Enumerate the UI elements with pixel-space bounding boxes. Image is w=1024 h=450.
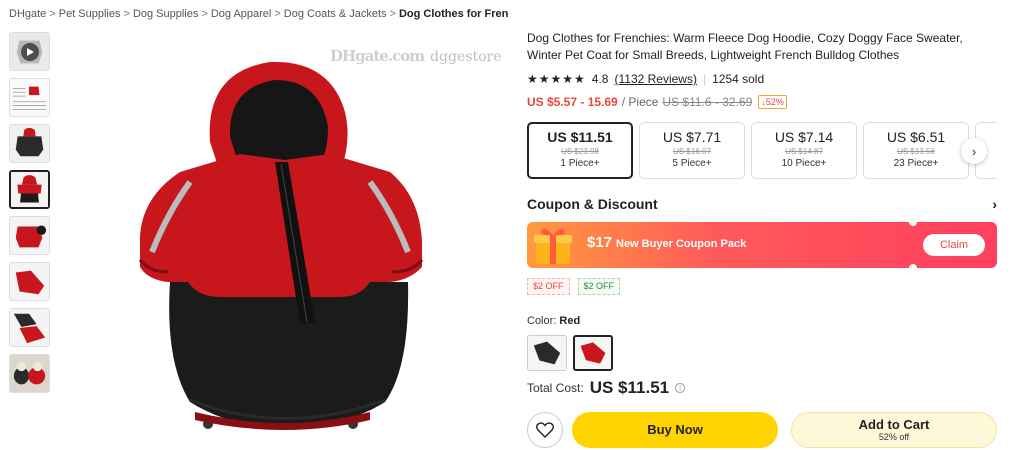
price-tier-4[interactable]: US $6.51 US $13.56 23 Piece+ <box>863 122 969 179</box>
price-tier-2[interactable]: US $7.71 US $16.07 5 Piece+ <box>639 122 745 179</box>
tier-quantity: 1 Piece+ <box>560 158 600 169</box>
info-icon[interactable]: i <box>675 383 686 393</box>
thumbnail-red-back[interactable] <box>9 216 50 255</box>
original-price-range: US $11.6 - 32.69 <box>662 95 753 109</box>
buy-now-button[interactable]: Buy Now <box>572 412 778 448</box>
red-hoodie-coat-image <box>138 61 424 430</box>
breadcrumb-dog-apparel[interactable]: Dog Apparel <box>211 8 272 20</box>
wishlist-button[interactable] <box>527 412 563 448</box>
thumbnail-red-side[interactable] <box>9 262 50 301</box>
breadcrumb-separator: > <box>49 8 56 20</box>
tier-original-price: US $16.07 <box>673 147 711 156</box>
color-swatches <box>527 335 619 371</box>
breadcrumb-separator: > <box>274 8 281 20</box>
tier-price: US $7.71 <box>662 129 722 145</box>
heart-icon <box>536 422 554 438</box>
chevron-right-icon[interactable]: › <box>961 138 987 164</box>
swatch-black[interactable] <box>527 335 567 371</box>
thumbnail-dogs-wearing[interactable] <box>9 354 50 393</box>
breadcrumb-dog-coats[interactable]: Dog Coats & Jackets <box>284 8 387 20</box>
watermark-logo: DHgate.com <box>330 47 425 65</box>
breadcrumb-dhgate[interactable]: DHgate <box>9 8 46 20</box>
claim-button[interactable]: Claim <box>923 234 985 256</box>
price-tiers: US $11.51 US $23.98 1 Piece+ US $7.71 US… <box>527 122 997 179</box>
color-label: Color: <box>527 315 557 327</box>
tier-price: US $11.51 <box>547 129 613 145</box>
tier-quantity: 5 Piece+ <box>672 158 712 169</box>
purchase-actions: Buy Now Add to Cart 52% off <box>527 412 997 448</box>
rating-row: ★★★★★ 4.8 (1132 Reviews) | 1254 sold <box>527 70 997 88</box>
red-side-thumbnail-image <box>10 263 49 300</box>
ticket-notch <box>909 218 917 226</box>
size-chart-thumbnail-image <box>10 79 49 116</box>
product-info-panel: Dog Clothes for Frenchies: Warm Fleece D… <box>527 30 997 448</box>
thumbnail-red-hoodie-selected[interactable] <box>9 170 50 209</box>
breadcrumb-separator: > <box>123 8 130 20</box>
watermark-store-name: dggestore <box>430 49 502 65</box>
total-cost-label: Total Cost: <box>527 381 584 395</box>
thumbnail-size-chart[interactable] <box>9 78 50 117</box>
price-tier-3[interactable]: US $7.14 US $14.87 10 Piece+ <box>751 122 857 179</box>
new-buyer-coupon-banner[interactable]: $17 New Buyer Coupon Pack Claim <box>527 218 997 272</box>
coupon-tag-platform[interactable]: $2 OFF <box>577 278 621 295</box>
coupon-tags: $2 OFF $2 OFF <box>527 278 628 295</box>
total-cost-row: Total Cost: US $11.51 i <box>527 378 686 398</box>
red-hoodie-thumbnail-image <box>11 172 48 207</box>
dhgate-watermark: DHgate.com dggestore <box>330 47 501 65</box>
tier-original-price: US $13.56 <box>897 147 935 156</box>
chevron-right-icon: › <box>992 196 997 212</box>
swatch-red[interactable] <box>573 335 613 371</box>
selected-color: Red <box>559 315 581 327</box>
coupon-amount: $17 <box>587 234 613 251</box>
sold-count: 1254 sold <box>712 72 765 86</box>
main-product-image[interactable] <box>70 32 500 442</box>
reviews-link[interactable]: (1132 Reviews) <box>614 72 696 86</box>
product-title: Dog Clothes for Frenchies: Warm Fleece D… <box>527 31 963 62</box>
discount-badge: ↓52% <box>758 95 787 109</box>
price-range: US $5.57 - 15.69 <box>527 95 618 109</box>
breadcrumb: DHgate > Pet Supplies > Dog Supplies > Dog App… <box>9 8 509 20</box>
tier-price: US $6.51 <box>886 129 946 145</box>
coupon-discount-header[interactable]: Coupon & Discount › <box>527 196 997 212</box>
color-selection-label: Color: Red <box>527 315 580 327</box>
dogs-wearing-thumbnail-image <box>10 355 49 392</box>
breadcrumb-pet-supplies[interactable]: Pet Supplies <box>59 8 121 20</box>
breadcrumb-current: Dog Clothes for Frenchie… <box>398 8 509 20</box>
add-to-cart-discount: 52% off <box>878 432 910 442</box>
black-coat-swatch-image <box>528 336 566 370</box>
thumbnail-two-coats[interactable] <box>9 308 50 347</box>
per-unit-label: / Piece <box>621 95 659 109</box>
divider: | <box>702 72 707 86</box>
add-to-cart-label: Add to Cart <box>858 417 930 432</box>
rating-value: 4.8 <box>591 72 609 86</box>
two-coats-thumbnail-image <box>10 309 49 346</box>
ticket-notch <box>909 264 917 272</box>
red-coat-swatch-image <box>575 337 611 369</box>
tier-original-price: US $14.87 <box>785 147 823 156</box>
thumbnail-video[interactable] <box>9 32 50 71</box>
coupon-tag-store[interactable]: $2 OFF <box>527 278 570 295</box>
tier-quantity: 10 Piece+ <box>781 158 827 169</box>
coupon-label: New Buyer Coupon Pack <box>616 238 747 250</box>
tier-price: US $7.14 <box>774 129 834 145</box>
breadcrumb-separator: > <box>201 8 208 20</box>
thumbnail-black-coat[interactable] <box>9 124 50 163</box>
total-cost-value: US $11.51 <box>589 378 670 397</box>
coupon-section-title: Coupon & Discount <box>527 196 658 212</box>
price-row: US $5.57 - 15.69 / Piece US $11.6 - 32.6… <box>527 94 997 110</box>
thumbnail-strip <box>9 32 50 400</box>
black-coat-thumbnail-image <box>10 125 49 162</box>
add-to-cart-button[interactable]: Add to Cart 52% off <box>791 412 997 448</box>
gift-box-icon <box>534 228 572 264</box>
star-rating-icon: ★★★★★ <box>527 72 586 86</box>
breadcrumb-dog-supplies[interactable]: Dog Supplies <box>133 8 198 20</box>
tier-original-price: US $23.98 <box>561 147 599 156</box>
red-back-thumbnail-image <box>10 217 49 254</box>
tier-quantity: 23 Piece+ <box>893 158 939 169</box>
play-icon <box>20 42 39 61</box>
price-tier-1[interactable]: US $11.51 US $23.98 1 Piece+ <box>527 122 633 179</box>
breadcrumb-separator: > <box>389 8 396 20</box>
